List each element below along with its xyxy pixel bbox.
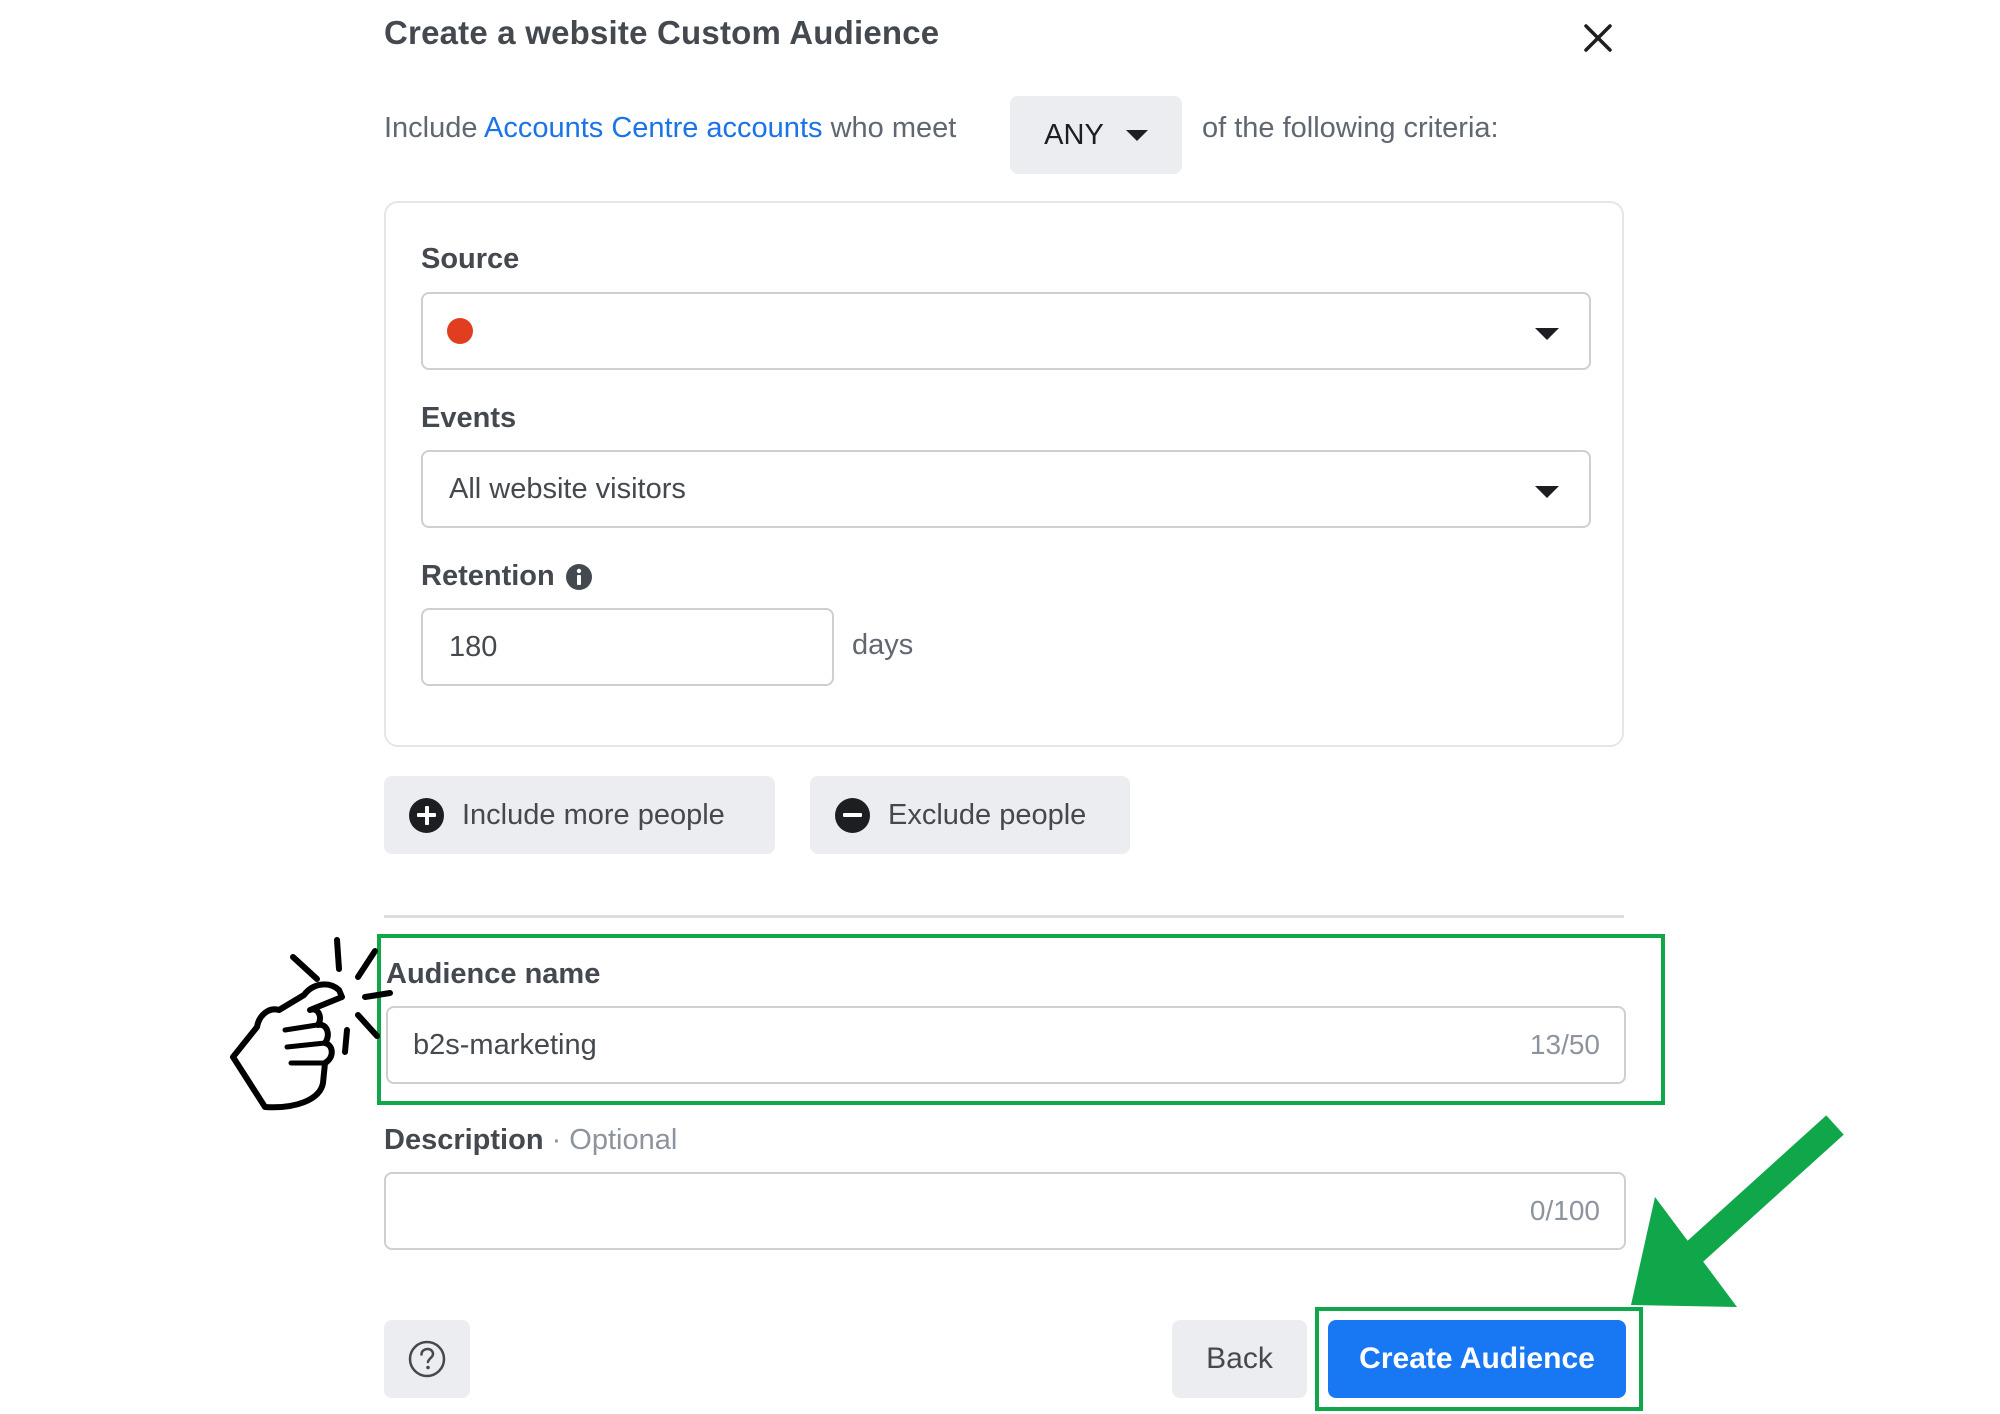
- help-button[interactable]: [384, 1320, 470, 1398]
- events-select[interactable]: All website visitors: [421, 450, 1591, 528]
- retention-label-row: Retention: [421, 560, 593, 593]
- pointing-hand-icon: [230, 937, 393, 1111]
- create-audience-button[interactable]: Create Audience: [1328, 1320, 1626, 1398]
- criteria-sentence: Include Accounts Centre accounts who mee…: [384, 112, 956, 145]
- exclude-people-label: Exclude people: [888, 798, 1087, 831]
- description-counter: 0/100: [1529, 1195, 1600, 1226]
- match-type-value: ANY: [1044, 118, 1104, 151]
- retention-label: Retention: [421, 560, 555, 592]
- plus-circle-icon: [409, 797, 444, 833]
- retention-value: 180: [449, 630, 498, 663]
- minus-circle-icon: [835, 797, 870, 833]
- question-circle-icon: [408, 1340, 446, 1378]
- events-label: Events: [421, 402, 517, 434]
- description-optional: · Optional: [551, 1124, 678, 1156]
- caret-down-icon: [1535, 328, 1559, 340]
- audience-name-value: b2s-marketing: [413, 1028, 597, 1061]
- include-more-people-button[interactable]: Include more people: [384, 776, 775, 854]
- dialog-title: Create a website Custom Audience: [384, 14, 940, 51]
- source-status-dot: [447, 318, 473, 344]
- info-icon[interactable]: [565, 563, 593, 591]
- retention-unit: days: [852, 629, 914, 661]
- source-select[interactable]: [421, 292, 1591, 370]
- criteria-suffix: of the following criteria:: [1202, 112, 1499, 144]
- audience-name-counter: 13/50: [1529, 1029, 1600, 1060]
- criteria-middle: who meet: [830, 112, 957, 144]
- retention-input[interactable]: 180: [421, 608, 834, 686]
- back-button[interactable]: Back: [1172, 1320, 1307, 1398]
- close-icon[interactable]: [1578, 18, 1618, 58]
- description-label: Description: [384, 1124, 544, 1156]
- accounts-centre-link[interactable]: Accounts Centre accounts: [484, 112, 823, 144]
- audience-name-input[interactable]: b2s-marketing 13/50: [386, 1006, 1626, 1084]
- section-divider: [384, 915, 1624, 918]
- caret-down-icon: [1125, 129, 1148, 141]
- include-more-people-label: Include more people: [462, 798, 725, 831]
- audience-name-label: Audience name: [386, 958, 601, 990]
- description-label-row: Description · Optional: [384, 1124, 677, 1157]
- description-input[interactable]: 0/100: [384, 1172, 1626, 1250]
- caret-down-icon: [1535, 486, 1559, 498]
- events-value: All website visitors: [449, 472, 686, 505]
- match-type-dropdown[interactable]: ANY: [1010, 96, 1182, 174]
- source-label: Source: [421, 243, 520, 275]
- criteria-prefix: Include: [384, 112, 478, 144]
- exclude-people-button[interactable]: Exclude people: [810, 776, 1130, 854]
- arrow-annotation-icon: [1631, 1115, 1844, 1307]
